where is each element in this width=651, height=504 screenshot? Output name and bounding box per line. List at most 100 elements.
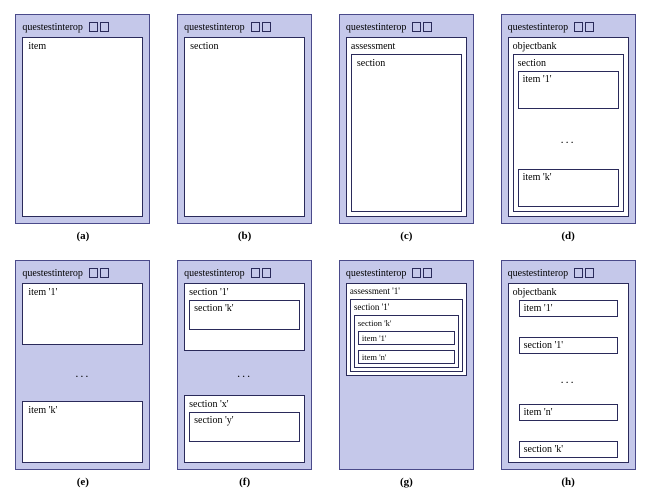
caption-f: (f) — [239, 476, 250, 488]
window-controls-icon — [412, 268, 432, 278]
box-item-n: item 'n' — [358, 350, 455, 364]
box-assessment: assessment section — [346, 37, 467, 217]
window-controls-icon — [251, 268, 271, 278]
box-item-last: item 'k' — [518, 169, 619, 207]
square-icon — [262, 268, 271, 278]
square-icon — [100, 268, 109, 278]
box-item-last: item 'k' — [22, 401, 143, 463]
box-label: section 'k' — [524, 444, 563, 455]
square-icon — [574, 22, 583, 32]
panel-title: questestinterop — [508, 22, 569, 33]
cell-f: questestinterop section '1' section 'k' … — [176, 260, 314, 488]
panel-body: section — [184, 37, 305, 217]
cell-b: questestinterop section (b) — [176, 14, 314, 242]
box-label: assessment '1' — [350, 286, 463, 296]
box-assessment-1: assessment '1' section '1' section 'k' i… — [346, 283, 467, 376]
cell-a: questestinterop item (a) — [14, 14, 152, 242]
panel-a: questestinterop item — [15, 14, 150, 224]
square-icon — [251, 268, 260, 278]
caption-h: (h) — [561, 476, 574, 488]
box-section-y: section 'y' — [189, 412, 300, 442]
box-section-1: section '1' — [519, 337, 618, 354]
box-item: item — [22, 37, 143, 217]
panel-header: questestinterop — [22, 265, 143, 281]
panel-body: section '1' section 'k' ... section 'x' … — [184, 283, 305, 463]
ellipsis-icon: ... — [519, 374, 618, 384]
cell-c: questestinterop assessment section (c) — [338, 14, 476, 242]
box-label: section '1' — [189, 287, 300, 298]
square-icon — [100, 22, 109, 32]
box-section: section — [351, 54, 462, 212]
box-item-1: item '1' — [358, 331, 455, 345]
box-label: item — [28, 41, 46, 52]
square-icon — [585, 22, 594, 32]
panel-body: item — [22, 37, 143, 217]
box-label: section 'k' — [358, 318, 455, 328]
box-section-k: section 'k' — [519, 441, 618, 458]
box-label: item 'k' — [523, 172, 552, 183]
window-controls-icon — [89, 22, 109, 32]
box-section-x: section 'x' section 'y' — [184, 395, 305, 463]
box-label: section — [357, 58, 385, 69]
cell-d: questestinterop objectbank section item — [499, 14, 637, 242]
panel-d: questestinterop objectbank section item — [501, 14, 636, 224]
square-icon — [423, 268, 432, 278]
box-section: section — [184, 37, 305, 217]
panel-header: questestinterop — [184, 19, 305, 35]
box-objectbank: objectbank section item '1' ... item 'k' — [508, 37, 629, 217]
panel-header: questestinterop — [184, 265, 305, 281]
panel-e: questestinterop item '1' ... item 'k' — [15, 260, 150, 470]
square-icon — [89, 268, 98, 278]
panel-c: questestinterop assessment section — [339, 14, 474, 224]
box-item-n: item 'n' — [519, 404, 618, 421]
box-label: section 'k' — [194, 303, 233, 314]
box-label: objectbank — [513, 41, 624, 52]
box-label: section '1' — [524, 340, 563, 351]
box-label: item 'k' — [28, 405, 57, 416]
cell-g: questestinterop assessment '1' section '… — [338, 260, 476, 488]
panel-header: questestinterop — [346, 19, 467, 35]
panel-title: questestinterop — [346, 268, 407, 279]
square-icon — [251, 22, 260, 32]
panel-header: questestinterop — [508, 19, 629, 35]
box-item-first: item '1' — [518, 71, 619, 109]
panel-title: questestinterop — [346, 22, 407, 33]
panel-title: questestinterop — [184, 22, 245, 33]
ellipsis-icon: ... — [518, 134, 619, 144]
box-label: objectbank — [513, 287, 624, 298]
panel-title: questestinterop — [508, 268, 569, 279]
caption-b: (b) — [238, 230, 251, 242]
window-controls-icon — [574, 22, 594, 32]
box-label: section — [190, 41, 218, 52]
box-objectbank: objectbank item '1' section '1' ... item… — [508, 283, 629, 463]
window-controls-icon — [251, 22, 271, 32]
square-icon — [585, 268, 594, 278]
panel-body: assessment '1' section '1' section 'k' i… — [346, 283, 467, 463]
box-section-k: section 'k' item '1' item 'n' — [354, 315, 459, 368]
box-label: item 'n' — [524, 407, 553, 418]
cell-e: questestinterop item '1' ... item 'k' (e… — [14, 260, 152, 488]
window-controls-icon — [574, 268, 594, 278]
box-label: assessment — [351, 41, 462, 52]
box-item-1: item '1' — [519, 300, 618, 317]
square-icon — [89, 22, 98, 32]
panel-body: objectbank item '1' section '1' ... item… — [508, 283, 629, 463]
panel-f: questestinterop section '1' section 'k' … — [177, 260, 312, 470]
panel-title: questestinterop — [22, 22, 83, 33]
panel-header: questestinterop — [346, 265, 467, 281]
panel-b: questestinterop section — [177, 14, 312, 224]
box-label: item '1' — [362, 333, 387, 343]
box-label: section '1' — [354, 302, 459, 312]
caption-a: (a) — [76, 230, 89, 242]
diagram-grid: questestinterop item (a) questestinterop — [14, 14, 637, 488]
panel-h: questestinterop objectbank item '1' sect… — [501, 260, 636, 470]
box-label: section 'y' — [194, 415, 233, 426]
panel-title: questestinterop — [22, 268, 83, 279]
square-icon — [412, 22, 421, 32]
panel-body: assessment section — [346, 37, 467, 217]
square-icon — [423, 22, 432, 32]
box-label: item 'n' — [362, 352, 387, 362]
ellipsis-icon: ... — [237, 368, 252, 378]
box-label: section — [518, 58, 619, 69]
window-controls-icon — [89, 268, 109, 278]
